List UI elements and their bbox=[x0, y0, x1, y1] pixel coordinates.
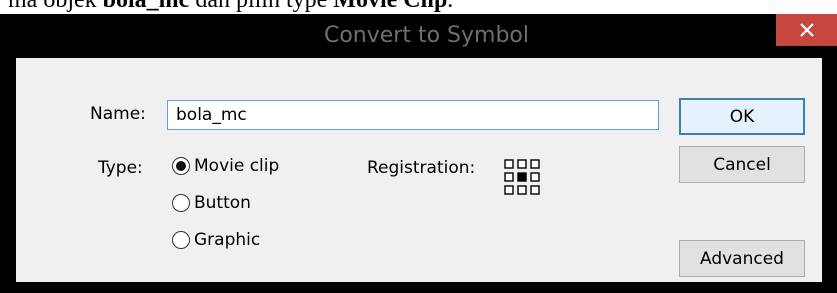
radio-button-type[interactable]: Button bbox=[172, 193, 251, 213]
radio-button[interactable] bbox=[172, 231, 190, 249]
caption-bold-1: bola_mc bbox=[102, 0, 190, 13]
ok-button[interactable]: OK bbox=[679, 98, 805, 135]
caption-text-2: dan pilih type bbox=[189, 0, 334, 13]
dialog-body: Name: Type: Movie clip Button Graphic Re… bbox=[16, 58, 822, 282]
caption-bold-2: Movie Clip bbox=[333, 0, 448, 13]
instruction-caption: ma objek bola_mc dan pilih type Movie Cl… bbox=[0, 0, 837, 14]
radio-button[interactable] bbox=[172, 157, 190, 175]
dialog-title: Convert to Symbol bbox=[323, 23, 529, 48]
radio-label-button: Button bbox=[194, 193, 251, 213]
radio-selected-dot bbox=[176, 161, 186, 171]
title-bar[interactable]: Convert to Symbol bbox=[16, 14, 837, 58]
radio-label-graphic: Graphic bbox=[194, 230, 261, 250]
name-input[interactable] bbox=[167, 100, 659, 130]
registration-label: Registration: bbox=[367, 158, 476, 178]
caption-text-1: ma objek bbox=[8, 0, 103, 13]
name-label: Name: bbox=[90, 104, 146, 124]
type-label: Type: bbox=[98, 158, 143, 178]
registration-grid-icon[interactable] bbox=[504, 159, 540, 195]
radio-graphic[interactable]: Graphic bbox=[172, 230, 260, 250]
radio-movie-clip[interactable]: Movie clip bbox=[172, 156, 279, 176]
advanced-button[interactable]: Advanced bbox=[679, 240, 805, 277]
caption-text-3: . bbox=[447, 0, 454, 13]
cancel-button[interactable]: Cancel bbox=[679, 146, 805, 183]
convert-to-symbol-dialog: Convert to Symbol Name: Type: Movie clip… bbox=[0, 14, 837, 293]
close-icon bbox=[799, 23, 814, 37]
close-button[interactable] bbox=[776, 14, 837, 46]
radio-label-movie-clip: Movie clip bbox=[194, 156, 280, 176]
radio-button[interactable] bbox=[172, 194, 190, 212]
